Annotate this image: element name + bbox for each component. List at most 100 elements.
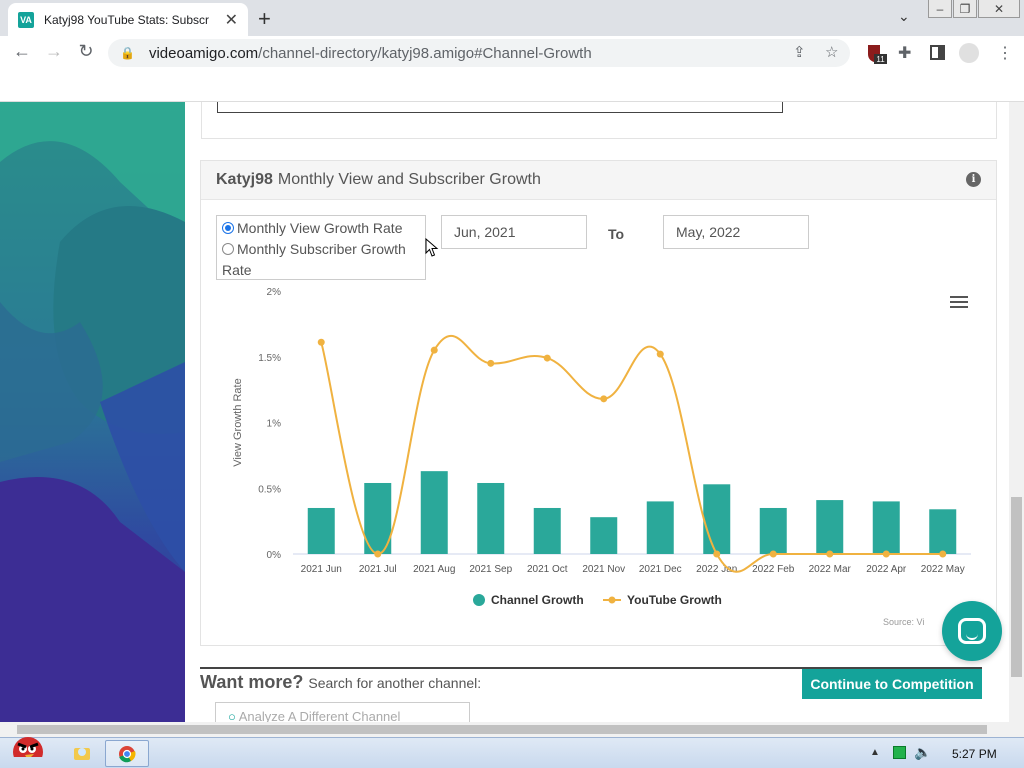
bar-channel-growth <box>646 501 674 554</box>
radio-subscriber-growth-label: Monthly Subscriber Growth Rate <box>222 241 406 278</box>
point-youtube-growth <box>826 550 834 558</box>
channel-search-placeholder: Analyze A Different Channel <box>238 709 401 722</box>
x-tick-label: 2021 Sep <box>469 564 512 575</box>
date-from-input[interactable]: Jun, 2021 <box>441 215 587 249</box>
reload-icon[interactable]: ↻ <box>74 41 98 62</box>
share-icon[interactable]: ⇪ <box>793 43 806 61</box>
date-to-input[interactable]: May, 2022 <box>663 215 809 249</box>
y-tick-label: 0% <box>267 550 282 561</box>
want-more-bold: Want more? <box>200 672 304 692</box>
restore-button[interactable]: ❐ <box>953 0 977 18</box>
mouse-cursor-icon <box>425 238 439 257</box>
point-youtube-growth <box>769 550 777 558</box>
bar-channel-growth <box>420 471 448 554</box>
url-host: videoamigo.com <box>148 44 259 62</box>
horizontal-scrollbar[interactable] <box>0 722 1024 737</box>
address-bar[interactable]: 🔒 videoamigo.com/channel-directory/katyj… <box>108 39 850 67</box>
clock[interactable]: 5:27 PM <box>952 747 997 761</box>
bar-channel-growth <box>816 500 844 554</box>
start-button-angry-bird-icon[interactable] <box>4 730 48 757</box>
x-tick-label: 2022 Apr <box>866 564 907 575</box>
bar-channel-growth <box>872 501 900 554</box>
tray-expand-icon[interactable]: ▲ <box>870 747 880 758</box>
y-axis-title: View Growth Rate <box>232 378 244 466</box>
tab-search-chevron-icon[interactable]: ⌄ <box>898 8 910 25</box>
legend-channel-growth-marker <box>473 594 485 606</box>
x-tick-label: 2021 Dec <box>639 564 682 575</box>
channel-name: Katyj98 <box>216 171 273 188</box>
legend-channel-growth-label: Channel Growth <box>491 593 584 607</box>
card-header: Katyj98 Monthly View and Subscriber Grow… <box>201 161 996 200</box>
explorer-folder-icon[interactable] <box>72 740 92 767</box>
background-art <box>0 102 185 722</box>
minimize-button[interactable]: – <box>928 0 952 18</box>
radio-view-growth[interactable]: Monthly View Growth Rate <box>222 218 420 239</box>
point-youtube-growth <box>600 395 608 403</box>
point-youtube-growth <box>430 346 438 354</box>
vertical-scrollbar[interactable] <box>1009 102 1024 722</box>
point-youtube-growth <box>939 550 947 558</box>
new-tab-icon[interactable]: + <box>258 6 271 32</box>
network-icon[interactable] <box>893 746 906 759</box>
chat-button[interactable] <box>942 601 1002 661</box>
to-label: To <box>608 226 625 242</box>
browser-toolbar: ← → ↻ 🔒 videoamigo.com/channel-directory… <box>0 36 1024 70</box>
browser-menu-icon[interactable]: ⋮ <box>997 43 1013 63</box>
y-tick-label: 2% <box>267 287 282 298</box>
want-more-heading: Want more? Search for another channel: <box>200 672 481 693</box>
extension-badge: 11 <box>876 55 885 64</box>
x-tick-label: 2021 Aug <box>413 564 455 575</box>
vertical-scroll-thumb[interactable] <box>1011 497 1022 677</box>
extensions-puzzle-icon[interactable]: ✚ <box>898 43 911 63</box>
x-tick-label: 2021 Oct <box>527 564 568 575</box>
videoamigo-favicon-icon: VA <box>18 11 34 28</box>
bookmark-star-icon[interactable]: ☆ <box>825 43 838 61</box>
radio-subscriber-growth[interactable]: Monthly Subscriber Growth Rate <box>222 239 420 281</box>
x-tick-label: 2022 Feb <box>752 564 795 575</box>
profile-avatar-icon[interactable] <box>959 43 979 63</box>
chat-bubble-icon <box>958 618 986 644</box>
bar-channel-growth <box>477 482 505 554</box>
tab-close-icon[interactable]: ✕ <box>225 10 238 30</box>
search-icon: ○ <box>228 709 236 722</box>
radio-view-growth-label: Monthly View Growth Rate <box>237 220 403 236</box>
y-tick-label: 0.5% <box>258 484 281 495</box>
growth-type-radio-group: Monthly View Growth Rate Monthly Subscri… <box>216 215 426 280</box>
radio-checked-icon[interactable] <box>222 222 234 234</box>
browser-tab[interactable]: VA Katyj98 YouTube Stats: Subscr ✕ <box>8 3 248 36</box>
bar-channel-growth <box>759 507 787 554</box>
back-arrow-icon[interactable]: ← <box>10 41 34 62</box>
volume-icon[interactable]: 🔈 <box>914 744 931 761</box>
bar-channel-growth <box>703 484 731 554</box>
point-youtube-growth <box>543 354 551 362</box>
previous-input[interactable] <box>217 102 783 113</box>
x-tick-label: 2021 Jul <box>359 564 397 575</box>
point-youtube-growth <box>374 550 382 558</box>
side-panel-icon[interactable] <box>930 45 946 61</box>
close-window-button[interactable]: ✕ <box>978 0 1020 18</box>
point-youtube-growth <box>656 350 664 358</box>
x-tick-label: 2021 Jun <box>301 564 342 575</box>
info-icon[interactable]: i <box>966 172 981 187</box>
y-tick-label: 1% <box>267 419 282 430</box>
lock-icon: 🔒 <box>120 46 135 60</box>
horizontal-scroll-thumb[interactable] <box>17 725 987 734</box>
legend-youtube-growth-marker <box>608 596 616 604</box>
point-youtube-growth <box>487 359 495 367</box>
point-youtube-growth <box>317 338 325 346</box>
continue-to-competition-button[interactable]: Continue to Competition <box>802 669 982 699</box>
channel-search-input[interactable]: ○ Analyze A Different Channel <box>215 702 470 722</box>
tab-title: Katyj98 YouTube Stats: Subscr <box>44 12 209 27</box>
url-text: videoamigo.com/channel-directory/katyj98… <box>149 45 592 62</box>
url-path: /channel-directory/katyj98.amigo#Channel… <box>258 44 592 62</box>
toolbar-spacer <box>0 70 1024 102</box>
forward-arrow-icon[interactable]: → <box>42 41 66 62</box>
card-title: Monthly View and Subscriber Growth <box>277 171 541 188</box>
taskbar-chrome-button[interactable] <box>105 740 149 767</box>
extension-shield-icon[interactable]: 11 <box>866 43 888 65</box>
bar-channel-growth <box>590 517 618 554</box>
line-youtube-growth <box>320 334 943 573</box>
radio-unchecked-icon[interactable] <box>222 243 234 255</box>
x-tick-label: 2021 Nov <box>582 564 625 575</box>
legend-youtube-growth-label: YouTube Growth <box>627 593 722 607</box>
